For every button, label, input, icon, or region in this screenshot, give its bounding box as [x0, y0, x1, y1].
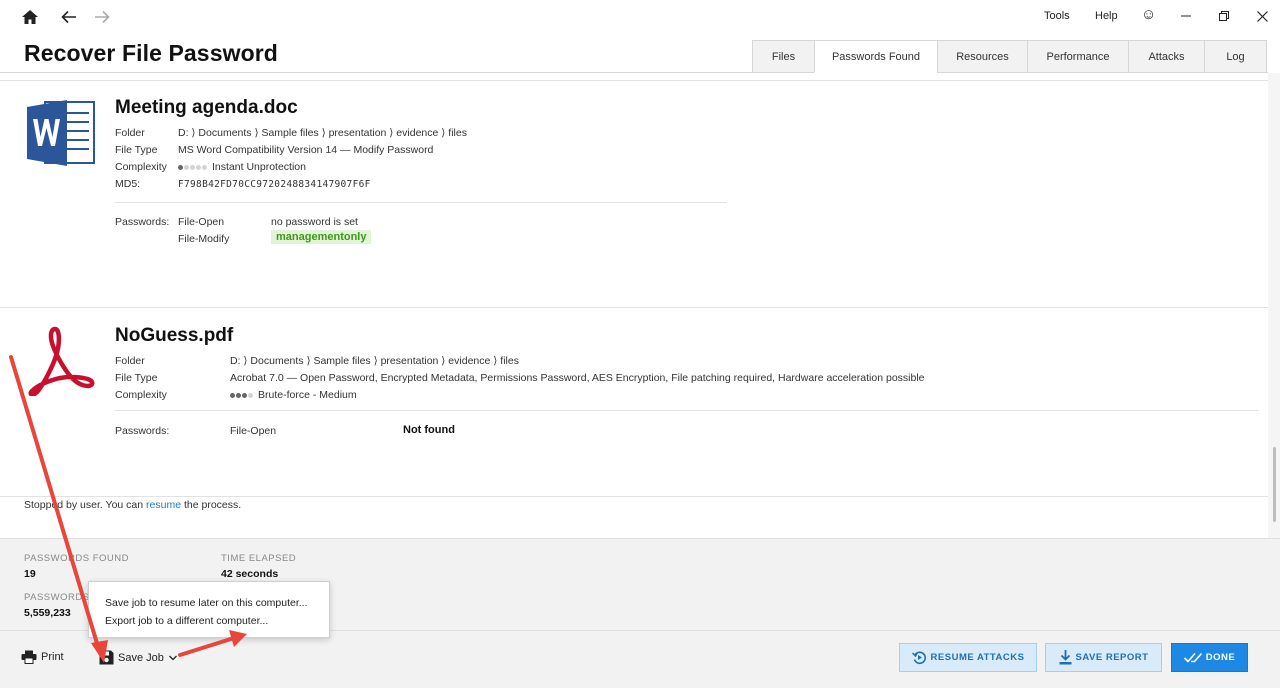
md5-label: MD5: [115, 178, 141, 190]
status-message: Stopped by user. You can resume the proc… [24, 499, 241, 511]
folder-path: D: ⟩ Documents ⟩ Sample files ⟩ presenta… [230, 355, 519, 367]
passwords-value: 5,559,233 [24, 607, 71, 619]
resume-link[interactable]: resume [146, 499, 181, 511]
password-type: File-Modify [178, 233, 230, 245]
resume-icon [911, 651, 926, 665]
password-status: Not found [403, 424, 455, 436]
tab-log[interactable]: Log [1204, 40, 1267, 73]
complexity-value: Brute-force - Medium [230, 389, 357, 401]
arrow-left-icon [61, 10, 76, 24]
close-icon [1256, 10, 1268, 22]
scrollbar-thumb[interactable] [1273, 447, 1276, 522]
help-menu[interactable]: Help [1095, 10, 1118, 22]
folder-label: Folder [115, 355, 145, 367]
save-job-label: Save Job [118, 651, 164, 664]
passwords-label: Passwords: [115, 425, 170, 437]
acrobat-pdf-icon [28, 326, 95, 396]
done-label: DONE [1205, 652, 1236, 663]
complexity-value: Instant Unprotection [178, 161, 306, 173]
back-button[interactable] [57, 5, 81, 29]
resume-attacks-label: RESUME ATTACKS [930, 652, 1025, 663]
file-name: Meeting agenda.doc [115, 97, 298, 118]
page-title: Recover File Password [24, 40, 278, 66]
complexity-label: Complexity [115, 389, 167, 401]
save-job-button[interactable]: Save Job [99, 650, 181, 665]
resume-attacks-button[interactable]: RESUME ATTACKS [899, 643, 1037, 672]
passwords-caption: PASSWORDS [24, 592, 90, 603]
forward-button[interactable] [90, 5, 114, 29]
close-button[interactable] [1251, 6, 1273, 26]
divider [0, 307, 1268, 308]
tab-attacks[interactable]: Attacks [1128, 40, 1204, 73]
home-icon [22, 10, 38, 24]
file-type-value: Acrobat 7.0 — Open Password, Encrypted M… [230, 372, 925, 384]
found-password-value[interactable]: managementonly [271, 230, 372, 244]
tab-passwords-found[interactable]: Passwords Found [814, 40, 937, 73]
password-value: no password is set [271, 216, 358, 228]
menu-item-save-resume-later[interactable]: Save job to resume later on this compute… [105, 597, 308, 609]
time-elapsed-caption: TIME ELAPSED [221, 553, 297, 564]
save-job-menu: Save job to resume later on this compute… [88, 581, 330, 638]
file-type-value: MS Word Compatibility Version 14 — Modif… [178, 144, 434, 156]
complexity-text: Brute-force - Medium [258, 389, 357, 401]
menu-item-export-job[interactable]: Export job to a different computer... [105, 615, 268, 627]
chevron-down-icon [168, 655, 177, 660]
passwords-label: Passwords: [115, 216, 170, 228]
tools-menu[interactable]: Tools [1044, 10, 1070, 22]
scrollbar[interactable] [1268, 73, 1280, 538]
divider [0, 496, 1268, 497]
printer-icon [21, 650, 37, 664]
minimize-button[interactable] [1175, 6, 1197, 26]
print-label: Print [41, 651, 64, 663]
restore-icon [1219, 11, 1229, 21]
divider [115, 202, 727, 203]
passwords-found-value: 19 [24, 568, 36, 580]
file-type-label: File Type [115, 144, 158, 156]
floppy-disk-icon [99, 650, 114, 665]
file-type-label: File Type [115, 372, 158, 384]
time-elapsed-value: 42 seconds [221, 568, 279, 580]
passwords-found-list: Meeting agenda.doc Folder D: ⟩ Documents… [0, 73, 1268, 538]
save-report-button[interactable]: SAVE REPORT [1045, 643, 1162, 672]
double-check-icon [1183, 652, 1202, 663]
print-button[interactable]: Print [21, 650, 64, 664]
bottom-toolbar: Print Save Job RESUME ATTACKS SAVE REPOR… [0, 630, 1280, 688]
restore-button[interactable] [1213, 6, 1235, 26]
title-bar: Tools Help ☺ [0, 0, 1280, 34]
word-doc-icon [27, 100, 95, 166]
file-name: NoGuess.pdf [115, 325, 234, 346]
minimize-icon [1181, 15, 1191, 17]
tab-bar: Files Passwords Found Resources Performa… [752, 40, 1267, 73]
arrow-right-icon [95, 10, 110, 24]
divider [0, 80, 1268, 81]
password-type: File-Open [178, 216, 225, 228]
tab-resources[interactable]: Resources [937, 40, 1027, 73]
home-button[interactable] [18, 5, 42, 29]
folder-label: Folder [115, 127, 145, 139]
status-text: Stopped by user. You can [24, 499, 147, 511]
passwords-found-caption: PASSWORDS FOUND [24, 553, 129, 564]
feedback-smiley-icon[interactable]: ☺ [1141, 6, 1156, 23]
complexity-meter [230, 389, 254, 401]
divider [115, 410, 1259, 411]
tab-files[interactable]: Files [752, 40, 814, 73]
done-button[interactable]: DONE [1171, 643, 1248, 672]
complexity-meter [178, 161, 208, 173]
complexity-label: Complexity [115, 161, 167, 173]
complexity-text: Instant Unprotection [212, 161, 306, 173]
md5-value: F798B42FD70CC9720248834147907F6F [178, 179, 371, 190]
folder-path: D: ⟩ Documents ⟩ Sample files ⟩ presenta… [178, 127, 467, 139]
download-icon [1059, 650, 1072, 665]
save-report-label: SAVE REPORT [1075, 652, 1149, 663]
status-text: the process. [181, 499, 242, 511]
tab-performance[interactable]: Performance [1027, 40, 1128, 73]
password-type: File-Open [230, 425, 277, 437]
